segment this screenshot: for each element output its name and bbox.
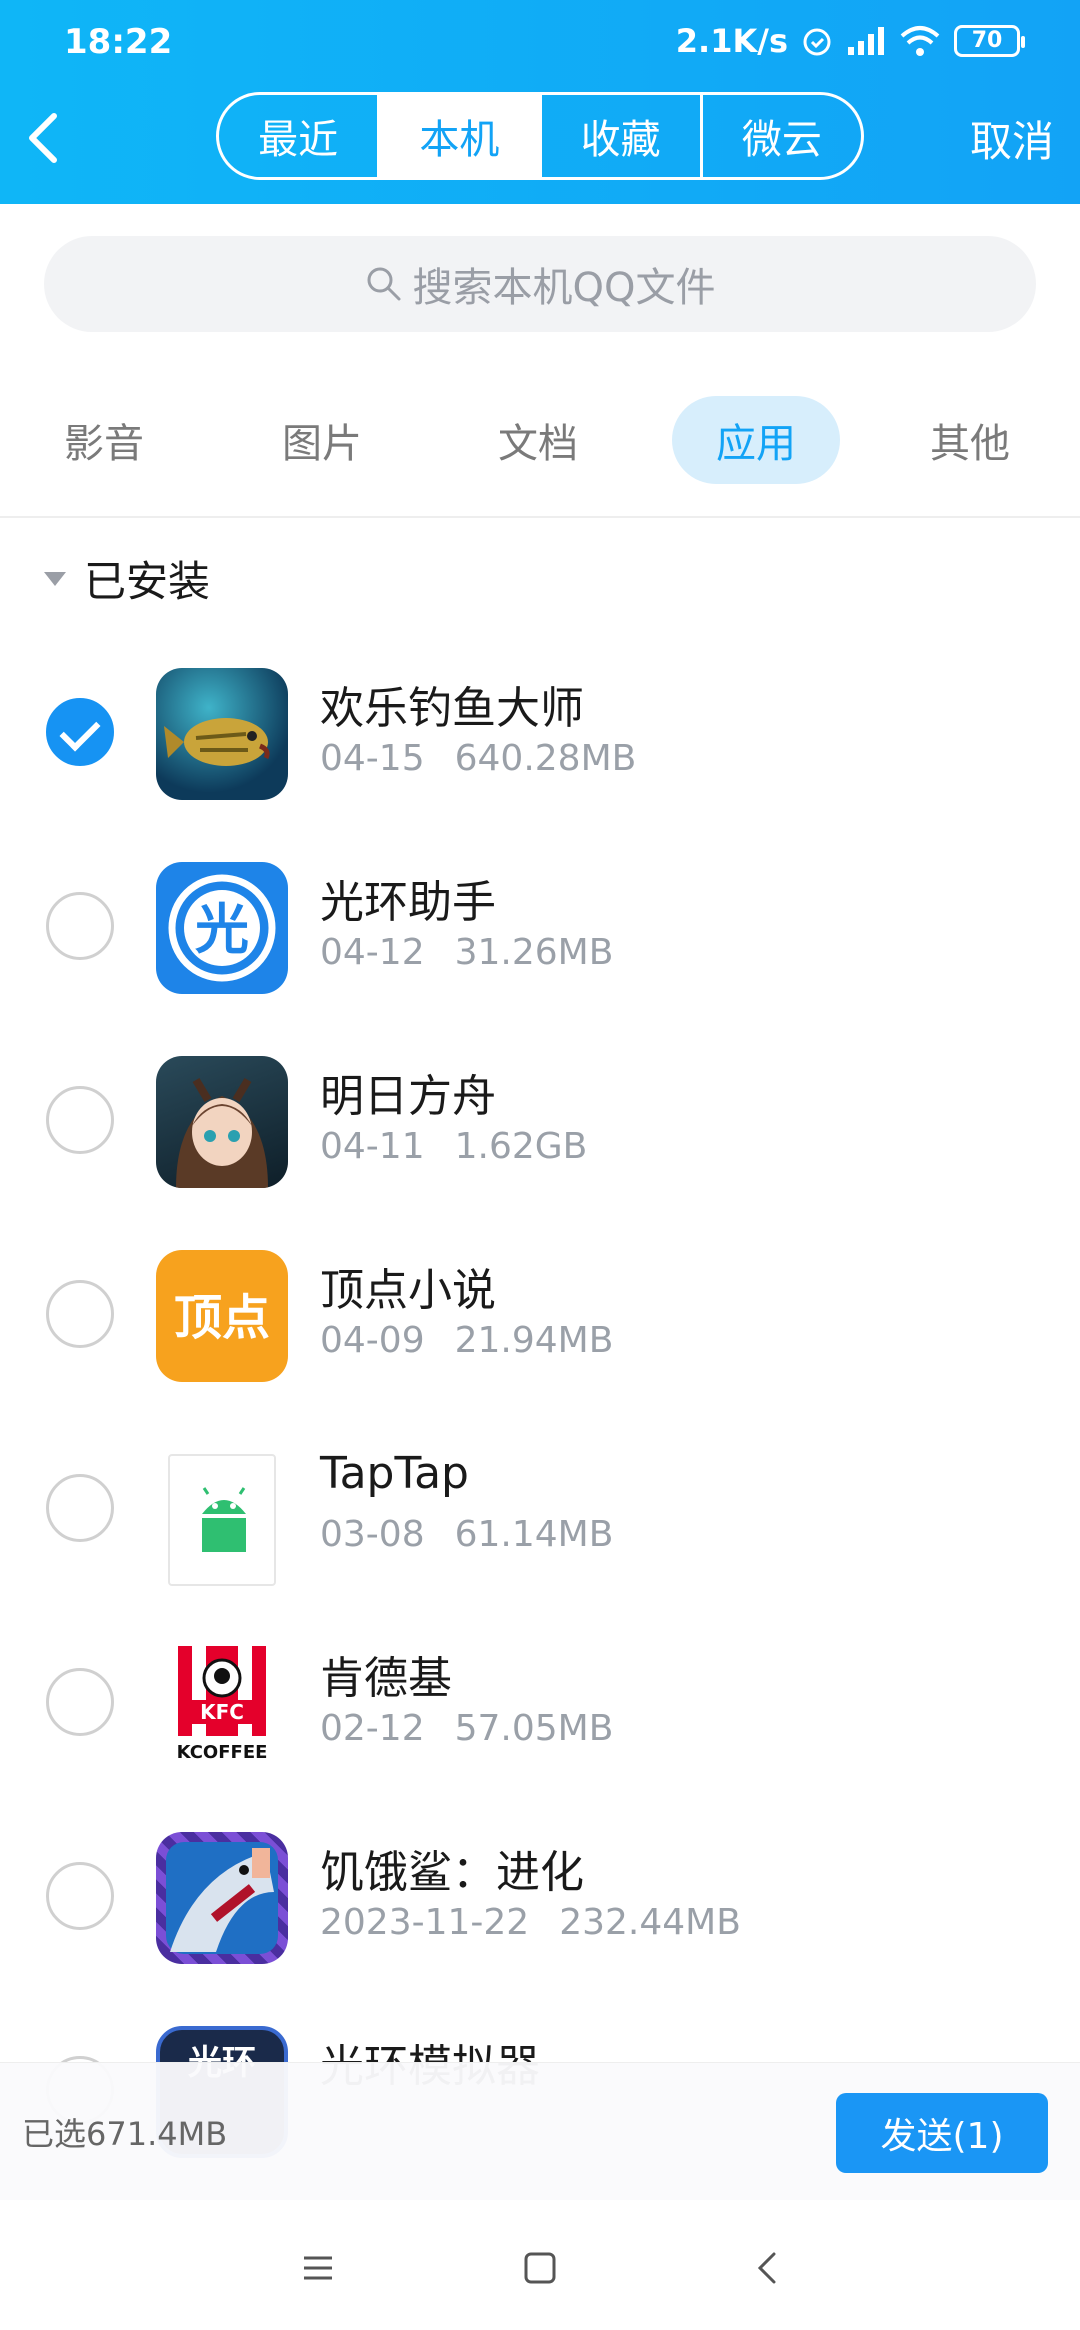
- tab-weiyun[interactable]: 微云: [703, 95, 861, 177]
- icon-glyph: 光: [195, 898, 249, 961]
- app-name: 欢乐钓鱼大师: [320, 683, 584, 734]
- status-time: 18:22: [64, 22, 173, 62]
- category-documents[interactable]: 文档: [478, 396, 598, 484]
- app-size: 57.05MB: [454, 1708, 614, 1749]
- list-item[interactable]: TapTap 03-08 61.14MB: [0, 1434, 1080, 1628]
- signal-icon: [848, 27, 884, 55]
- search-placeholder: 搜索本机QQ文件: [412, 265, 716, 311]
- checkbox-checked[interactable]: [46, 698, 114, 766]
- checkbox[interactable]: [46, 892, 114, 960]
- list-item[interactable]: 顶点 顶点小说 04-09 21.94MB: [0, 1240, 1080, 1434]
- network-speed: 2.1K/s: [675, 22, 788, 60]
- checkbox[interactable]: [46, 1086, 114, 1154]
- app-size: 1.62GB: [454, 1126, 588, 1167]
- guanghuan-app-icon: 光: [156, 862, 288, 994]
- top-bar: 18:22 2.1K/s 70 最近 本机 收藏 微云 取消: [0, 0, 1080, 204]
- app-name: 明日方舟: [320, 1071, 496, 1122]
- app-size: 61.14MB: [454, 1514, 614, 1555]
- category-images[interactable]: 图片: [262, 396, 382, 484]
- section-title: 已安装: [84, 557, 211, 606]
- checkbox[interactable]: [46, 1668, 114, 1736]
- list-item[interactable]: 饥饿鲨：进化 2023-11-22 232.44MB: [0, 1822, 1080, 2016]
- kfc-app-icon: KFC KCOFFEE: [156, 1638, 288, 1770]
- status-bar: 18:22 2.1K/s 70: [0, 18, 1080, 68]
- back-nav-icon[interactable]: [738, 2238, 798, 2298]
- dingdian-app-icon: 顶点: [156, 1250, 288, 1382]
- kfc-logo-text: KFC: [200, 1700, 244, 1724]
- hungry-shark-app-icon: [156, 1832, 288, 1964]
- kcoffee-text: KCOFFEE: [177, 1742, 268, 1763]
- app-date: 04-15: [320, 738, 425, 779]
- list-item[interactable]: 欢乐钓鱼大师 04-15 640.28MB: [0, 658, 1080, 852]
- send-button[interactable]: 发送(1): [836, 2093, 1048, 2173]
- app-name: 光环助手: [320, 877, 496, 928]
- checkbox[interactable]: [46, 1474, 114, 1542]
- selected-size: 已选671.4MB: [22, 2115, 228, 2153]
- wifi-icon: [900, 26, 940, 56]
- icon-glyph: 顶点: [174, 1290, 270, 1346]
- battery-icon: 70: [954, 25, 1025, 57]
- app-date: 04-12: [320, 932, 425, 973]
- checkbox[interactable]: [46, 1862, 114, 1930]
- tab-recent[interactable]: 最近: [219, 95, 381, 177]
- checkbox[interactable]: [46, 1280, 114, 1348]
- app-name: TapTap: [320, 1448, 469, 1499]
- app-size: 21.94MB: [454, 1320, 614, 1361]
- app-size: 232.44MB: [559, 1902, 741, 1943]
- source-tabs: 最近 本机 收藏 微云: [216, 92, 864, 180]
- app-date: 02-12: [320, 1708, 425, 1749]
- app-date: 04-09: [320, 1320, 425, 1361]
- list-item[interactable]: 明日方舟 04-11 1.62GB: [0, 1046, 1080, 1240]
- search-icon: [367, 267, 401, 301]
- back-button[interactable]: [20, 108, 64, 168]
- app-name: 饥饿鲨：进化: [320, 1847, 584, 1898]
- app-date: 04-11: [320, 1126, 425, 1167]
- app-list: 欢乐钓鱼大师 04-15 640.28MB 光 光环助手 04-12 31.26MB…: [0, 658, 1080, 2210]
- arknights-app-icon: [156, 1056, 288, 1188]
- alarm-icon: [803, 28, 831, 56]
- category-tabs: 影音 图片 文档 应用 其他: [0, 392, 1080, 492]
- app-size: 31.26MB: [454, 932, 614, 973]
- tab-favorites[interactable]: 收藏: [542, 95, 703, 177]
- collapse-triangle-icon: [44, 571, 66, 586]
- category-apps[interactable]: 应用: [672, 396, 840, 484]
- app-date: 03-08: [320, 1514, 425, 1555]
- search-input[interactable]: 搜索本机QQ文件: [44, 236, 1036, 332]
- cancel-button[interactable]: 取消: [970, 108, 1054, 169]
- android-default-icon: [168, 1454, 276, 1586]
- divider: [0, 516, 1080, 518]
- home-icon[interactable]: [510, 2238, 570, 2298]
- list-item[interactable]: KFC KCOFFEE 肯德基 02-12 57.05MB: [0, 1628, 1080, 1822]
- app-date: 2023-11-22: [320, 1902, 530, 1943]
- section-installed[interactable]: 已安装: [44, 548, 210, 609]
- app-name: 顶点小说: [320, 1265, 496, 1316]
- menu-icon[interactable]: [288, 2238, 348, 2298]
- fishing-app-icon: [156, 668, 288, 800]
- tab-local[interactable]: 本机: [380, 95, 542, 177]
- app-name: 肯德基: [320, 1653, 452, 1704]
- list-item[interactable]: 光 光环助手 04-12 31.26MB: [0, 852, 1080, 1046]
- bottom-bar: 已选671.4MB 发送(1): [0, 2062, 1080, 2200]
- category-media[interactable]: 影音: [44, 396, 164, 484]
- app-size: 640.28MB: [454, 738, 637, 779]
- system-nav-bar: [0, 2200, 1080, 2330]
- category-other[interactable]: 其他: [910, 396, 1030, 484]
